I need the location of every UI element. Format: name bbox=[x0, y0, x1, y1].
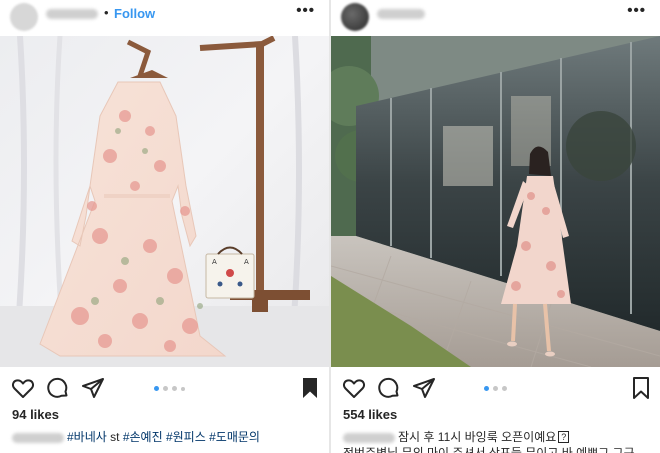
carousel-dot bbox=[493, 386, 498, 391]
avatar[interactable] bbox=[10, 3, 38, 31]
post-right: ••• 554 likes 잠시 후 11시 바잉룩 오픈이예요 ? 전번주변님… bbox=[331, 0, 660, 453]
hashtag-link[interactable]: #바네사 bbox=[67, 430, 107, 444]
likes-count[interactable]: 94 likes bbox=[12, 407, 59, 422]
action-bar bbox=[0, 374, 329, 404]
action-bar bbox=[331, 374, 660, 404]
post-photo[interactable]: A A bbox=[0, 36, 329, 367]
svg-text:A: A bbox=[244, 258, 249, 266]
svg-text:A: A bbox=[212, 258, 217, 266]
heart-icon[interactable] bbox=[342, 376, 366, 400]
separator-dot: • bbox=[104, 5, 109, 20]
heart-icon[interactable] bbox=[11, 376, 35, 400]
likes-count[interactable]: 554 likes bbox=[343, 407, 397, 422]
caption: #바네사 st #손예진 #원피스 #도매문의 bbox=[12, 429, 323, 445]
avatar[interactable] bbox=[341, 3, 369, 31]
carousel-dot bbox=[484, 386, 489, 391]
share-icon[interactable] bbox=[412, 376, 436, 400]
carousel-dot bbox=[154, 386, 159, 391]
caption-username-blurred[interactable] bbox=[343, 432, 395, 443]
woman-in-dress-photo bbox=[331, 36, 660, 367]
carousel-dot bbox=[172, 386, 177, 391]
carousel-indicator bbox=[154, 386, 185, 392]
username-blurred[interactable] bbox=[377, 9, 425, 19]
share-icon[interactable] bbox=[81, 376, 105, 400]
hashtag-link[interactable]: #원피스 bbox=[166, 430, 206, 444]
caption-line-2: 전번주변님 무의 마이 주셔서 상프들 무이고 바 예쁘그 그구 bbox=[343, 446, 635, 453]
hashtag-link[interactable]: #도매문의 bbox=[209, 430, 260, 444]
carousel-indicator bbox=[484, 386, 507, 392]
post-header: • Follow ••• bbox=[0, 0, 329, 36]
caption-username-blurred[interactable] bbox=[12, 432, 64, 443]
caption-text: 잠시 후 11시 바잉룩 오픈이예요 bbox=[398, 430, 557, 444]
carousel-dot bbox=[502, 386, 507, 391]
dress-on-hanger-photo: A A bbox=[0, 36, 329, 367]
caption: 잠시 후 11시 바잉룩 오픈이예요? bbox=[343, 429, 654, 445]
more-options-icon[interactable]: ••• bbox=[627, 2, 646, 19]
carousel-dot bbox=[163, 386, 168, 391]
comment-icon[interactable] bbox=[46, 376, 70, 400]
post-photo[interactable] bbox=[331, 36, 660, 367]
help-icon: ? bbox=[558, 431, 570, 443]
hashtag-link[interactable]: #손예진 bbox=[123, 430, 163, 444]
carousel-dot bbox=[181, 387, 185, 391]
post-left: • Follow ••• A A 94 likes #바네사 st #손예진 #… bbox=[0, 0, 329, 453]
caption-text: st bbox=[110, 430, 120, 444]
post-header: ••• bbox=[331, 0, 660, 36]
more-options-icon[interactable]: ••• bbox=[296, 2, 315, 19]
bookmark-icon[interactable] bbox=[298, 376, 322, 400]
follow-button[interactable]: Follow bbox=[114, 6, 155, 21]
bookmark-icon[interactable] bbox=[629, 376, 653, 400]
comment-icon[interactable] bbox=[377, 376, 401, 400]
username-blurred[interactable] bbox=[46, 9, 98, 19]
